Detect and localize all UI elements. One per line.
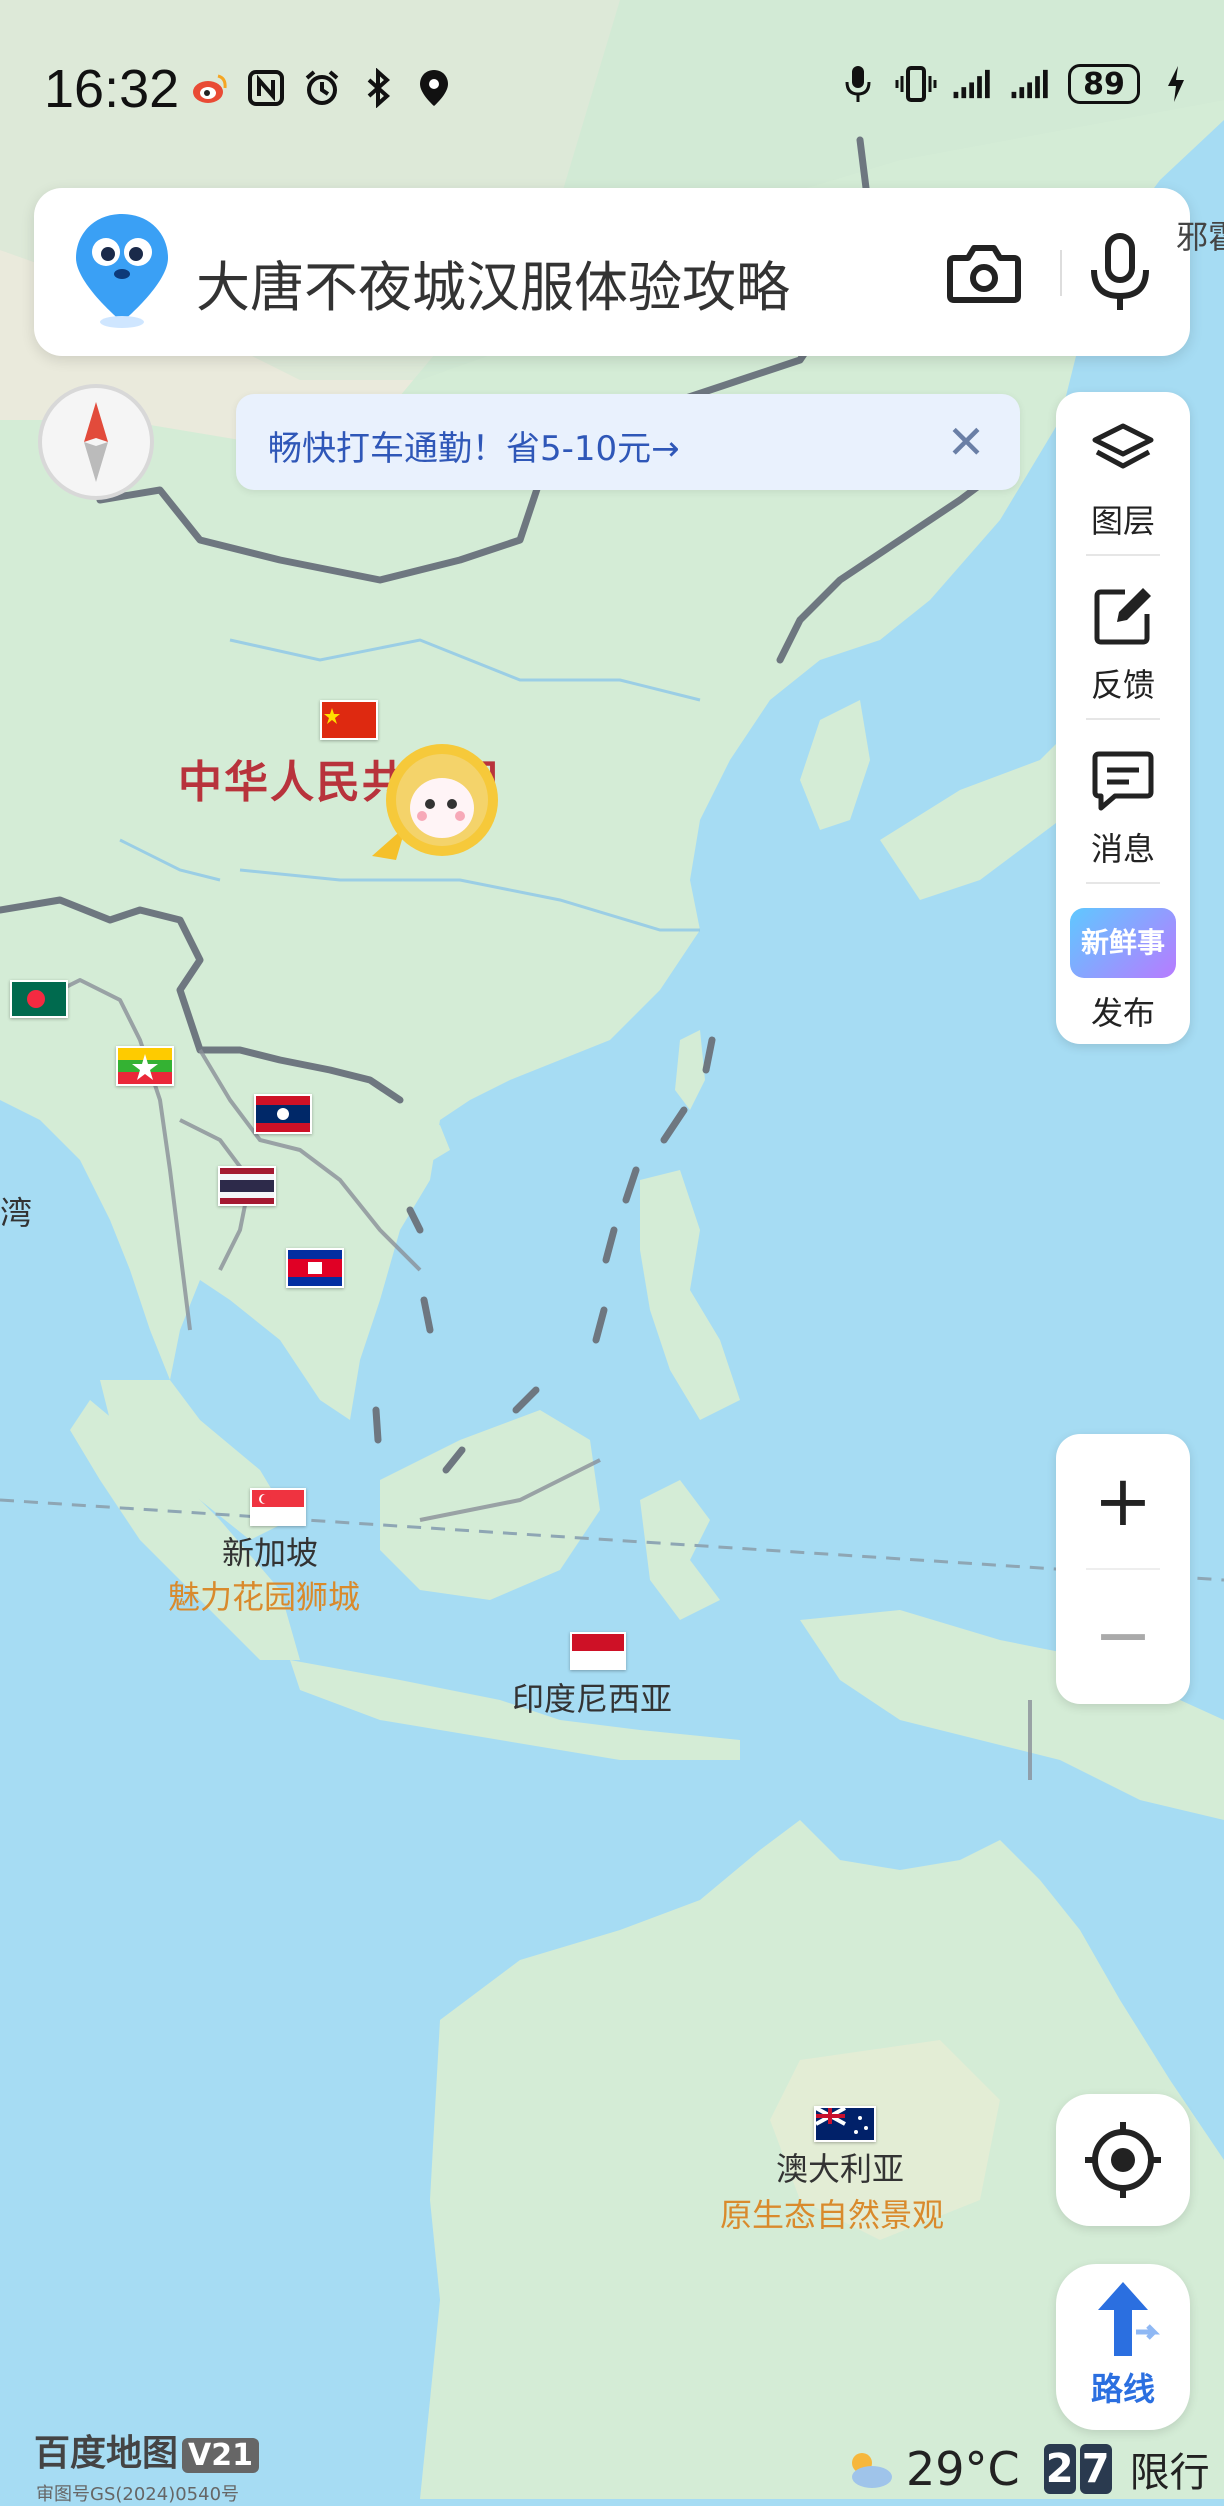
messages-label: 消息 — [1090, 830, 1155, 868]
plate-restriction-digits: 2 7 — [1043, 2444, 1112, 2494]
search-bar-divider — [1060, 250, 1062, 296]
signal-1-icon — [952, 62, 996, 106]
zoom-controls: + − — [1056, 1434, 1190, 1704]
zoom-in-button[interactable]: + — [1056, 1434, 1190, 1568]
compass-button[interactable] — [38, 384, 154, 500]
bluetooth-icon — [356, 66, 400, 110]
edit-feedback-icon — [1094, 588, 1151, 645]
flag-singapore-icon[interactable] — [250, 1488, 306, 1526]
status-time: 16:32 — [44, 59, 180, 119]
plate-digit: 2 — [1043, 2444, 1076, 2494]
baidu-map-logo: 百度地图 V21 — [34, 2424, 259, 2476]
weather-widget[interactable]: 29°C 2 7 限行 — [840, 2440, 1210, 2498]
publish-label: 发布 — [1090, 994, 1155, 1032]
battery-indicator: 89 — [1068, 64, 1140, 104]
status-bar: 16:32 89 — [0, 0, 1224, 180]
map-tools-panel: 图层 反馈 消息 新鲜事 发布 — [1056, 392, 1190, 1044]
zoom-out-button[interactable]: − — [1056, 1570, 1190, 1704]
flag-laos-icon[interactable] — [254, 1094, 312, 1134]
promo-banner[interactable]: 畅快打车通勤！省5-10元→ ✕ — [236, 394, 1020, 490]
flag-china-icon[interactable] — [320, 700, 378, 740]
voice-search-icon[interactable] — [1080, 230, 1160, 314]
tagline-singapore[interactable]: 魅力花园狮城 — [168, 1572, 360, 1618]
alarm-icon — [300, 66, 344, 110]
vibrate-icon — [894, 62, 938, 106]
layers-icon — [1092, 423, 1154, 469]
microphone-status-icon — [836, 62, 880, 106]
compass-icon — [84, 402, 108, 482]
edge-label-right: 邪霍 — [1176, 218, 1224, 256]
route-arrow-icon — [1098, 2282, 1160, 2356]
nfc-icon — [244, 66, 288, 110]
close-icon[interactable]: ✕ — [936, 412, 996, 472]
country-label-australia[interactable]: 澳大利亚 — [776, 2144, 904, 2190]
messages-button[interactable]: 消息 — [1056, 720, 1190, 884]
logo-text: 百度地图 — [34, 2433, 179, 2474]
country-label-indonesia[interactable]: 印度尼西亚 — [512, 1674, 672, 1720]
route-button[interactable]: 路线 — [1056, 2264, 1190, 2430]
plate-digit: 7 — [1079, 2444, 1112, 2494]
feedback-label: 反馈 — [1090, 666, 1155, 704]
status-notification-icons — [188, 66, 456, 110]
publish-button[interactable]: 新鲜事 发布 — [1056, 884, 1190, 1048]
flag-cambodia-icon[interactable] — [286, 1248, 344, 1288]
map-approval-number: 审图号GS(2024)0540号 — [36, 2484, 240, 2505]
location-pin-icon — [412, 66, 456, 110]
locate-me-button[interactable] — [1056, 2094, 1190, 2226]
flag-australia-icon[interactable] — [814, 2106, 876, 2142]
layers-label: 图层 — [1090, 502, 1155, 540]
route-label[interactable]: 路线 — [1056, 2364, 1190, 2410]
partly-cloudy-icon — [852, 2453, 892, 2488]
flag-indonesia-icon[interactable] — [570, 1632, 626, 1670]
feedback-button[interactable]: 反馈 — [1056, 556, 1190, 720]
signal-2-icon — [1010, 62, 1054, 106]
search-input[interactable]: 大唐不夜城汉服体验攻略 — [196, 243, 790, 322]
camera-icon[interactable] — [944, 234, 1024, 314]
layers-button[interactable]: 图层 — [1056, 392, 1190, 556]
tagline-australia[interactable]: 原生态自然景观 — [720, 2190, 944, 2236]
flag-bangladesh-icon[interactable] — [10, 980, 68, 1018]
flag-thailand-icon[interactable] — [218, 1166, 276, 1206]
charging-icon — [1154, 62, 1198, 106]
crosshair-icon — [1085, 2122, 1161, 2198]
promo-text[interactable]: 畅快打车通勤！省5-10元→ — [268, 421, 680, 470]
user-location-avatar[interactable] — [366, 736, 506, 876]
fresh-news-icon: 新鲜事 — [1070, 908, 1176, 978]
restriction-label: 限行 — [1129, 2450, 1210, 2496]
logo-version: V21 — [182, 2438, 259, 2473]
edge-label-left: 湾 — [0, 1194, 33, 1232]
temperature: 29°C — [906, 2442, 1020, 2496]
message-icon — [1092, 751, 1154, 811]
map-canvas[interactable] — [0, 0, 1224, 2499]
weibo-icon — [188, 66, 232, 110]
country-label-singapore[interactable]: 新加坡 — [222, 1528, 318, 1574]
search-bar[interactable]: 大唐不夜城汉服体验攻略 — [34, 188, 1190, 356]
status-system-icons: 89 — [836, 62, 1198, 106]
baidu-map-mascot-icon[interactable] — [72, 210, 172, 330]
flag-myanmar-icon[interactable] — [116, 1046, 174, 1086]
